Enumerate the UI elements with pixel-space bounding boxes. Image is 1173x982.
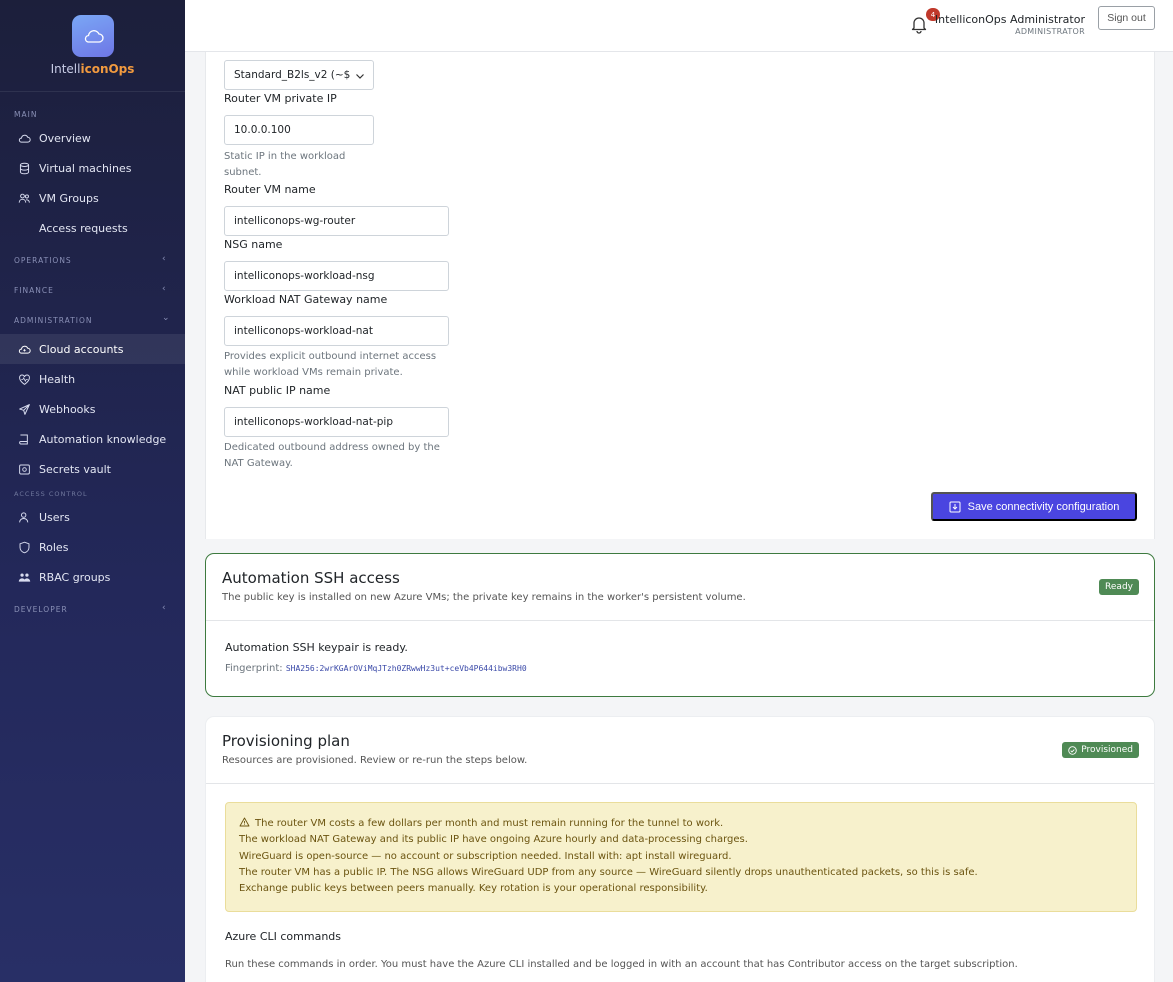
- nsg-name-input[interactable]: intelliconops-workload-nsg: [224, 261, 449, 291]
- ssh-card-title: Automation SSH access: [222, 569, 400, 587]
- sidebar-item-rbac-groups[interactable]: RBAC groups: [0, 562, 185, 592]
- router-name-label: Router VM name: [224, 183, 316, 196]
- router-ip-label: Router VM private IP: [224, 92, 337, 105]
- vm-size-select[interactable]: Standard_B2ls_v2 (~$: [224, 60, 374, 90]
- send-icon: [16, 402, 32, 416]
- router-name-input[interactable]: intelliconops-wg-router: [224, 206, 449, 236]
- sidebar-item-virtual-machines[interactable]: Virtual machines: [0, 153, 185, 183]
- section-main: MAIN: [14, 110, 38, 119]
- group-icon: [16, 191, 32, 205]
- sidebar: IntelliconOps MAIN Overview Virtual mach…: [0, 0, 185, 982]
- topbar: 4 IntelliconOps Administrator ADMINISTRA…: [185, 0, 1173, 52]
- chevron-left-icon: ‹: [162, 603, 167, 613]
- section-operations[interactable]: OPERATIONS ‹: [14, 254, 166, 265]
- section-finance[interactable]: FINANCE ‹: [14, 284, 166, 295]
- section-administration[interactable]: ADMINISTRATION ⌄: [14, 313, 170, 325]
- cli-commands-instructions: Run these commands in order. You must ha…: [225, 959, 1018, 970]
- divider: [206, 620, 1154, 621]
- plan-card-title: Provisioning plan: [222, 732, 350, 750]
- nat-name-input[interactable]: intelliconops-workload-nat: [224, 316, 449, 346]
- fingerprint: Fingerprint: SHA256:2wrKGArOViMqJTzh0ZRw…: [225, 663, 527, 674]
- sign-out-button[interactable]: Sign out: [1098, 6, 1155, 30]
- cli-commands-heading: Azure CLI commands: [225, 930, 341, 943]
- sidebar-item-automation-knowledge[interactable]: Automation knowledge: [0, 424, 185, 454]
- warning-line: The workload NAT Gateway and its public …: [239, 834, 748, 846]
- chevron-down-icon: ⌄: [162, 313, 171, 323]
- nat-ip-help: Dedicated outbound address owned by the …: [224, 442, 440, 469]
- warning-line: The router VM has a public IP. The NSG a…: [239, 866, 978, 878]
- save-connectivity-button[interactable]: Save connectivity configuration: [931, 492, 1137, 521]
- vault-icon: [16, 462, 32, 476]
- ssh-status-message: Automation SSH keypair is ready.: [225, 641, 408, 654]
- status-badge: Ready: [1099, 579, 1139, 595]
- user-icon: [16, 510, 32, 524]
- chevron-down-icon: [356, 74, 364, 79]
- chevron-left-icon: ‹: [162, 254, 167, 264]
- sidebar-item-cloud-accounts[interactable]: Cloud accounts: [0, 334, 185, 364]
- database-icon: [16, 161, 32, 175]
- sidebar-item-health[interactable]: Health: [0, 364, 185, 394]
- router-ip-help: Static IP in the workload subnet.: [224, 151, 346, 178]
- cloud-icon: [16, 342, 32, 356]
- divider: [206, 783, 1154, 784]
- warning-line: WireGuard is open-source — no account or…: [239, 850, 732, 862]
- fingerprint-value: SHA256:2wrKGArOViMqJTzh0ZRwwHz3ut+ceVb4P…: [285, 664, 527, 673]
- sidebar-item-vm-groups[interactable]: VM Groups: [0, 183, 185, 213]
- nsg-name-label: NSG name: [224, 238, 283, 251]
- provisioning-plan-card: Provisioning plan Resources are provisio…: [205, 716, 1155, 982]
- warning-line: Exchange public keys between peers manua…: [239, 883, 708, 895]
- save-icon: [949, 501, 961, 512]
- section-access-control: ACCESS CONTROL: [14, 490, 88, 498]
- brand-name: IntelliconOps: [50, 62, 135, 76]
- check-circle-icon: [1068, 745, 1077, 755]
- user-name: IntelliconOps Administrator: [934, 13, 1085, 26]
- chevron-left-icon: ‹: [162, 284, 167, 294]
- sidebar-item-access-requests[interactable]: Access requests: [0, 213, 185, 243]
- cloud-logo-icon: [71, 15, 114, 57]
- nat-ip-input[interactable]: intelliconops-workload-nat-pip: [224, 407, 449, 437]
- provisioned-badge: Provisioned: [1062, 742, 1139, 758]
- sidebar-item-webhooks[interactable]: Webhooks: [0, 394, 185, 424]
- plan-card-subtitle: Resources are provisioned. Review or re-…: [222, 755, 528, 766]
- router-ip-input[interactable]: 10.0.0.100: [224, 115, 374, 145]
- shield-icon: [16, 540, 32, 554]
- brand[interactable]: IntelliconOps: [0, 0, 185, 92]
- sidebar-item-secrets-vault[interactable]: Secrets vault: [0, 454, 185, 484]
- automation-ssh-card: Automation SSH access The public key is …: [205, 553, 1155, 697]
- nat-name-help: Provides explicit outbound internet acce…: [224, 351, 437, 378]
- sidebar-item-roles[interactable]: Roles: [0, 532, 185, 562]
- heart-pulse-icon: [16, 372, 32, 386]
- warning-icon: [239, 817, 250, 827]
- book-icon: [16, 432, 32, 446]
- section-developer[interactable]: DEVELOPER ‹: [14, 603, 166, 614]
- people-icon: [16, 570, 32, 584]
- sidebar-item-users[interactable]: Users: [0, 502, 185, 532]
- nat-name-label: Workload NAT Gateway name: [224, 293, 388, 306]
- user-role: ADMINISTRATOR: [1015, 27, 1085, 36]
- nat-ip-label: NAT public IP name: [224, 384, 331, 397]
- ssh-card-subtitle: The public key is installed on new Azure…: [222, 592, 746, 603]
- warning-line: The router VM costs a few dollars per mo…: [239, 816, 1123, 832]
- cost-warning-box: The router VM costs a few dollars per mo…: [225, 802, 1137, 912]
- cloud-outline-icon: [16, 131, 32, 145]
- sidebar-item-overview[interactable]: Overview: [0, 123, 185, 153]
